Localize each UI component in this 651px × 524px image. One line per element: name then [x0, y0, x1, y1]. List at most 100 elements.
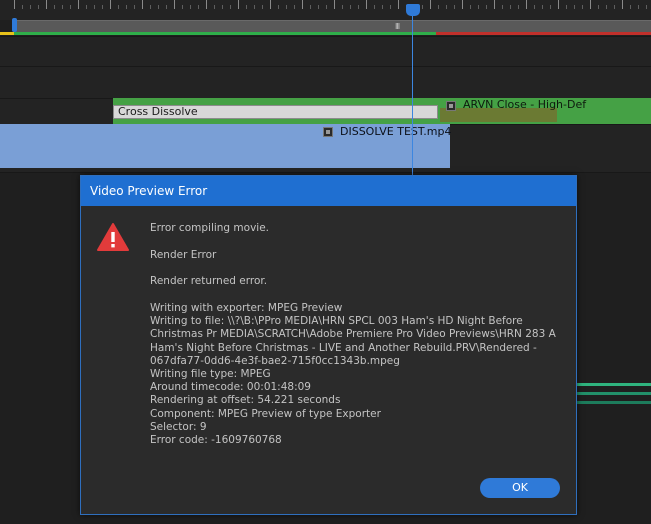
ruler-tick [118, 5, 119, 9]
cross-dissolve-transition[interactable]: Cross Dissolve [113, 105, 438, 119]
ruler-tick [270, 0, 271, 9]
ruler-tick [638, 5, 639, 9]
ruler-tick [38, 5, 39, 9]
error-detail-line: Rendering at offset: 54.221 seconds [150, 394, 341, 407]
fx-badge-icon [446, 101, 456, 111]
ruler-tick [622, 0, 623, 9]
ruler-tick [366, 0, 367, 9]
ruler-tick [230, 5, 231, 9]
error-detail-line: Component: MPEG Preview of type Exporter [150, 407, 381, 420]
ruler-tick [14, 0, 15, 9]
ruler-tick [430, 0, 431, 9]
ruler-tick [318, 5, 319, 9]
ruler-tick [142, 0, 143, 9]
ruler-tick [22, 5, 23, 9]
error-detail-line: Christmas Pr MEDIA\SCRATCH\Adobe Premier… [150, 328, 556, 341]
ruler-tick [190, 5, 191, 9]
ruler-tick [214, 5, 215, 9]
ruler-tick [598, 5, 599, 9]
error-detail-line: 067dfa77-0dd6-4e3f-bae2-715f0cc1343b.mpe… [150, 354, 400, 367]
ruler-tick [174, 0, 175, 9]
ruler-tick [390, 5, 391, 9]
ruler-tick [342, 5, 343, 9]
render-bar-error [436, 32, 651, 35]
playhead-handle[interactable] [406, 4, 420, 16]
error-detail-line: Around timecode: 00:01:48:09 [150, 381, 311, 394]
error-message: Error compiling movie. [150, 222, 270, 234]
video-preview-error-dialog: Video Preview Error Error compiling movi… [80, 175, 577, 515]
ruler-tick [350, 5, 351, 9]
ruler-tick [446, 5, 447, 9]
error-detail-line: Writing with exporter: MPEG Preview [150, 302, 343, 314]
clip-dissolve-test-label: DISSOLVE TEST.mp4 [340, 125, 452, 138]
audio-clip-edge [576, 383, 651, 386]
ruler-tick [310, 5, 311, 9]
error-detail-line: Selector: 9 [150, 420, 207, 433]
ruler-tick [510, 5, 511, 9]
ruler-tick [358, 5, 359, 9]
ruler-tick [566, 5, 567, 9]
ruler-tick [94, 5, 95, 9]
work-area-start-handle[interactable] [12, 18, 17, 32]
ruler-tick [542, 5, 543, 9]
dialog-title[interactable]: Video Preview Error [81, 176, 576, 206]
ruler-tick [494, 0, 495, 9]
ruler-tick [286, 5, 287, 9]
ruler-tick [382, 5, 383, 9]
ruler-tick [302, 0, 303, 9]
ruler-tick [326, 5, 327, 9]
ruler-tick [462, 0, 463, 9]
ruler-tick [134, 5, 135, 9]
ruler-tick [54, 5, 55, 9]
track-row [0, 36, 651, 66]
ruler-tick [606, 5, 607, 9]
work-area-bar[interactable]: III [14, 20, 651, 32]
ruler-tick [422, 5, 423, 9]
ruler-tick [590, 0, 591, 9]
ruler-tick [278, 5, 279, 9]
ruler-tick [238, 0, 239, 9]
audio-clip-edge [576, 392, 651, 395]
ruler-tick [206, 0, 207, 9]
ruler-tick [614, 5, 615, 9]
ruler-tick [150, 5, 151, 9]
time-ruler[interactable] [0, 0, 651, 20]
ruler-tick [246, 5, 247, 9]
ruler-tick [374, 5, 375, 9]
ruler-tick [518, 5, 519, 9]
render-bar-rendered [14, 32, 436, 35]
ok-button[interactable]: OK [480, 478, 560, 498]
track-row [0, 66, 651, 98]
ruler-tick [630, 5, 631, 9]
error-detail-line: Writing to file: \\?\B:\PPro MEDIA\HRN S… [150, 315, 523, 328]
ruler-tick [158, 5, 159, 9]
audio-clip-edge [576, 401, 651, 404]
ruler-tick [486, 5, 487, 9]
ruler-tick [470, 5, 471, 9]
ruler-tick [86, 5, 87, 9]
ruler-tick [454, 5, 455, 9]
ruler-tick [534, 5, 535, 9]
ruler-tick [294, 5, 295, 9]
warning-icon [97, 223, 129, 251]
work-area-grip[interactable]: III [395, 23, 400, 31]
ruler-tick [78, 0, 79, 9]
ruler-tick [334, 0, 335, 9]
ruler-tick [182, 5, 183, 9]
ruler-tick [254, 5, 255, 9]
ruler-tick [558, 0, 559, 9]
ruler-tick [30, 5, 31, 9]
ruler-tick [582, 5, 583, 9]
ruler-tick [398, 0, 399, 9]
error-detail-line: Writing file type: MPEG [150, 368, 271, 380]
ruler-tick [110, 0, 111, 9]
ruler-tick [526, 0, 527, 9]
error-type: Render Error [150, 249, 217, 261]
ruler-tick [62, 5, 63, 9]
playhead-line [412, 14, 413, 176]
ruler-tick [198, 5, 199, 9]
ruler-tick [438, 5, 439, 9]
ruler-tick [550, 5, 551, 9]
ruler-tick [478, 5, 479, 9]
ruler-tick [222, 5, 223, 9]
